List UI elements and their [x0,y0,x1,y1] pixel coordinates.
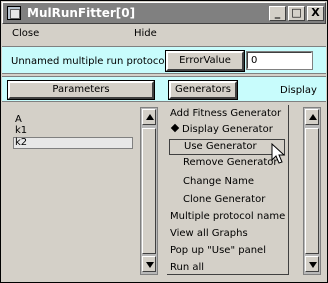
protocol-row: Unnamed multiple run protocol ErrorValue… [2,46,326,74]
mouse-pointer-icon [271,143,286,164]
parameters-scrollbar[interactable] [140,107,158,275]
selected-list-row[interactable] [13,137,133,149]
app-icon[interactable] [7,6,21,20]
error-value-button[interactable]: ErrorValue [165,50,245,72]
menu-item-remove-generator[interactable]: Remove Generator [169,156,285,172]
title-bar[interactable]: MulRunFitter[0] _ □ X [2,2,326,24]
menu-item-change-name[interactable]: Change Name [169,175,285,191]
window-title: MulRunFitter[0] [27,6,136,20]
arrow-up-icon [146,114,154,120]
scroll-thumb[interactable] [142,128,156,254]
scroll-up-button[interactable] [305,109,319,125]
menu-close[interactable]: Close [12,28,39,39]
generators-menu: Add Fitness Generator Display Generator … [167,105,289,275]
scroll-thumb[interactable] [305,128,319,254]
list-item[interactable]: k2 [15,137,27,148]
protocol-name-label: Unnamed multiple run protocol [11,56,168,67]
menu-item-multiple-protocol-name[interactable]: Multiple protocol name [169,210,285,226]
error-value-field[interactable]: 0 [246,51,313,70]
menu-bar: Close Hide [2,24,326,44]
maximize-button[interactable]: □ [288,6,305,21]
menu-hide[interactable]: Hide [134,28,157,39]
arrow-up-icon [309,114,317,120]
parameters-button[interactable]: Parameters [7,80,155,100]
generators-button[interactable]: Generators [168,80,238,100]
menu-item-view-all-graphs[interactable]: View all Graphs [169,227,285,243]
diamond-icon [170,123,180,133]
minimize-button[interactable]: _ [269,6,286,21]
menu-item-use-generator[interactable]: Use Generator [169,139,285,155]
menu-item-pop-up-use-panel[interactable]: Pop up "Use" panel [169,244,285,260]
scroll-up-button[interactable] [142,109,156,125]
list-item[interactable]: k1 [15,125,27,136]
display-scrollbar[interactable] [303,107,321,275]
mulrunfitter-window: MulRunFitter[0] _ □ X Close Hide Unnamed… [0,0,328,283]
menu-item-display-generator[interactable]: Display Generator [169,123,285,139]
menu-item-add-fitness-generator[interactable]: Add Fitness Generator [169,107,285,123]
parameters-list: A k1 k2 [6,105,136,275]
scroll-down-button[interactable] [142,256,156,272]
section-row: Parameters Generators Display [2,76,326,102]
arrow-down-icon [146,262,154,268]
menu-item-run-all[interactable]: Run all [169,261,285,277]
close-window-button[interactable]: X [307,6,324,21]
menu-item-clone-generator[interactable]: Clone Generator [169,193,285,209]
list-item[interactable]: A [15,114,22,125]
arrow-down-icon [309,262,317,268]
display-label: Display [280,85,317,96]
scroll-down-button[interactable] [305,256,319,272]
menu-item-label: Display Generator [182,124,273,135]
